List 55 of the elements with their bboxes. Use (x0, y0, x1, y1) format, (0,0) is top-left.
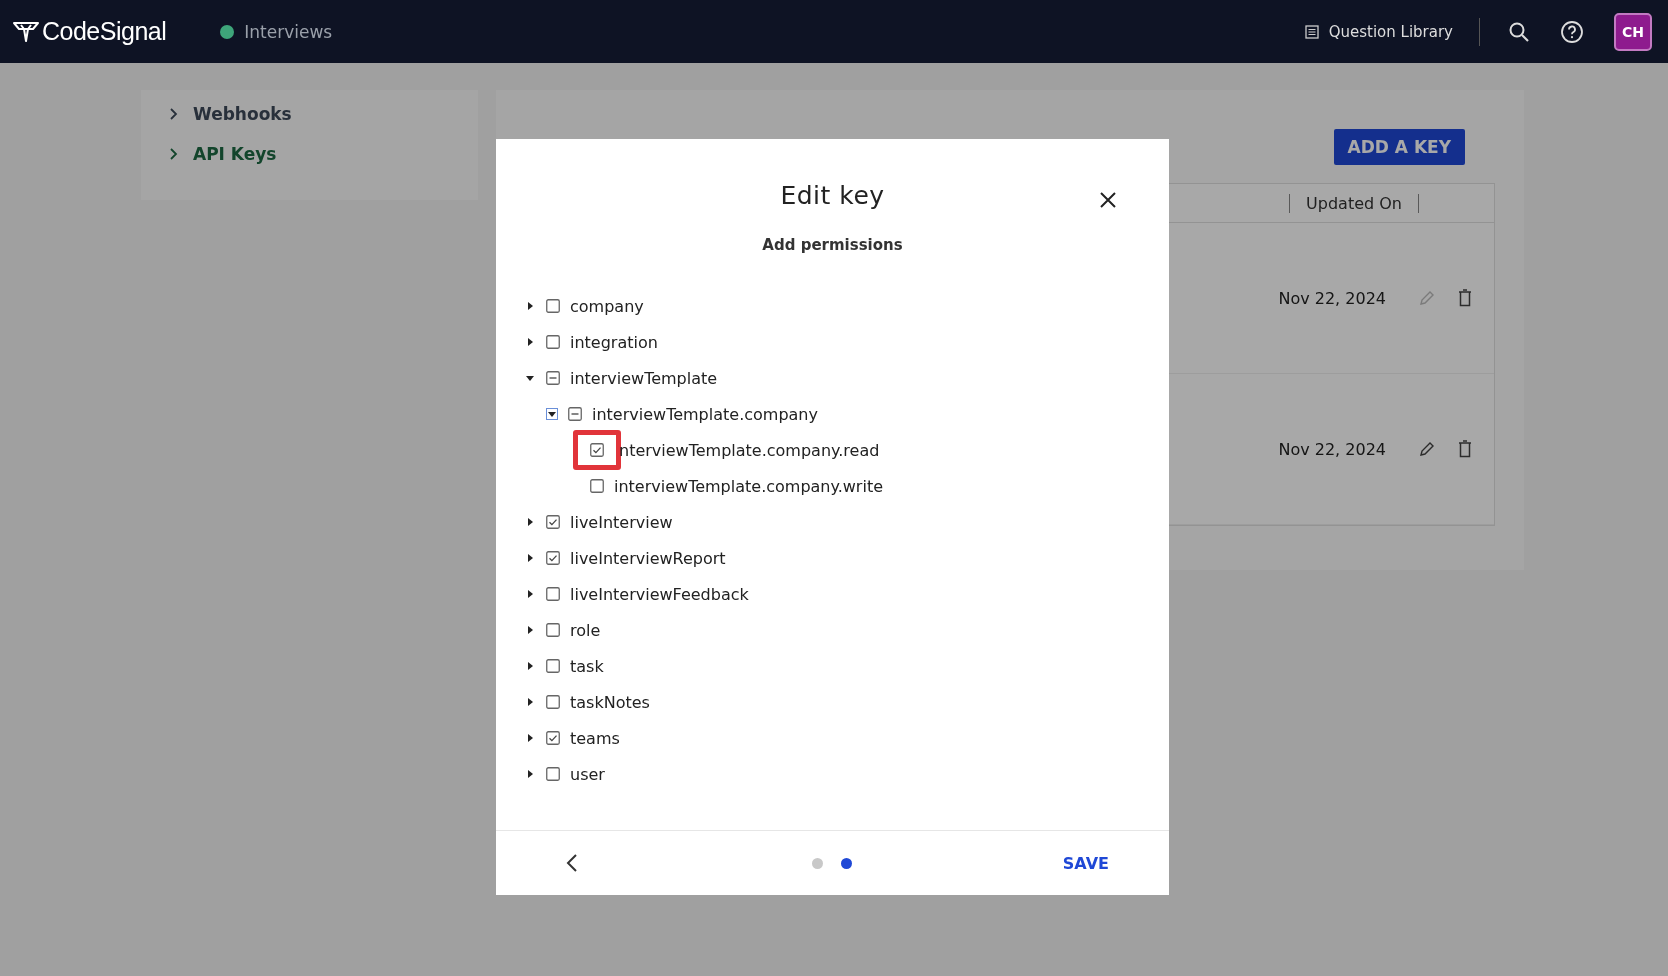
permission-label: liveInterview (570, 512, 673, 532)
checkbox[interactable] (590, 443, 604, 457)
help-icon[interactable] (1560, 19, 1584, 44)
permission-label: company (570, 296, 644, 316)
permission-label: taskNotes (570, 692, 650, 712)
product-link[interactable]: Interviews (244, 21, 333, 42)
page-dot[interactable] (812, 857, 824, 869)
checkbox[interactable] (546, 731, 560, 745)
checkbox[interactable] (546, 659, 560, 673)
dialog-title: Edit key (780, 181, 885, 210)
checkbox[interactable] (546, 587, 560, 601)
checkbox[interactable] (546, 551, 560, 565)
close-icon[interactable] (1099, 191, 1117, 209)
checkbox[interactable] (546, 515, 560, 529)
checkbox[interactable] (546, 767, 560, 781)
edit-icon[interactable] (1418, 440, 1436, 458)
permission-label: task (570, 656, 604, 676)
delete-icon[interactable] (1458, 440, 1472, 458)
checkbox[interactable] (546, 623, 560, 637)
checkbox[interactable] (590, 479, 604, 493)
permission-label: role (570, 620, 601, 640)
sidebar-item[interactable]: API Keys (169, 144, 450, 164)
save-button[interactable]: SAVE (1056, 852, 1115, 874)
dialog-subtitle: Add permissions (761, 236, 904, 254)
question-library-button[interactable]: Question Library (1300, 18, 1457, 45)
logo-icon (12, 19, 40, 44)
date-cell: Nov 22, 2024 (1278, 288, 1386, 308)
sidebar-item[interactable]: Webhooks (169, 104, 450, 124)
product-icon (220, 24, 235, 39)
chevron-right-icon (169, 147, 179, 161)
chevron-right-icon (169, 107, 179, 121)
logo-text[interactable]: CodeSignal (42, 17, 167, 46)
checkbox[interactable] (546, 335, 560, 349)
permission-label: teams (570, 728, 620, 748)
date-cell: Nov 22, 2024 (1278, 439, 1386, 459)
list-icon (1304, 24, 1319, 39)
permission-label: interviewTemplate (570, 368, 718, 388)
checkbox[interactable] (546, 371, 560, 385)
add-key-button[interactable]: ADD A KEY (1333, 129, 1465, 165)
search-icon[interactable] (1508, 20, 1530, 43)
permission-label: interviewTemplate.company.write (614, 476, 883, 496)
delete-icon[interactable] (1458, 289, 1472, 307)
permission-label: liveInterviewReport (570, 548, 726, 568)
caret-down-icon[interactable] (546, 408, 558, 420)
permission-label: integration (570, 332, 658, 352)
page-dot[interactable] (841, 857, 853, 869)
permission-label: liveInterviewFeedback (570, 584, 749, 604)
user-avatar[interactable]: CH (1614, 12, 1652, 51)
checkbox[interactable] (546, 299, 560, 313)
checkbox[interactable] (546, 695, 560, 709)
back-chevron-icon[interactable] (566, 853, 578, 873)
column-header[interactable]: Updated On (1289, 193, 1419, 213)
permission-label: user (570, 764, 605, 784)
checkbox[interactable] (568, 407, 582, 421)
permission-label: interviewTemplate.company (592, 404, 818, 424)
